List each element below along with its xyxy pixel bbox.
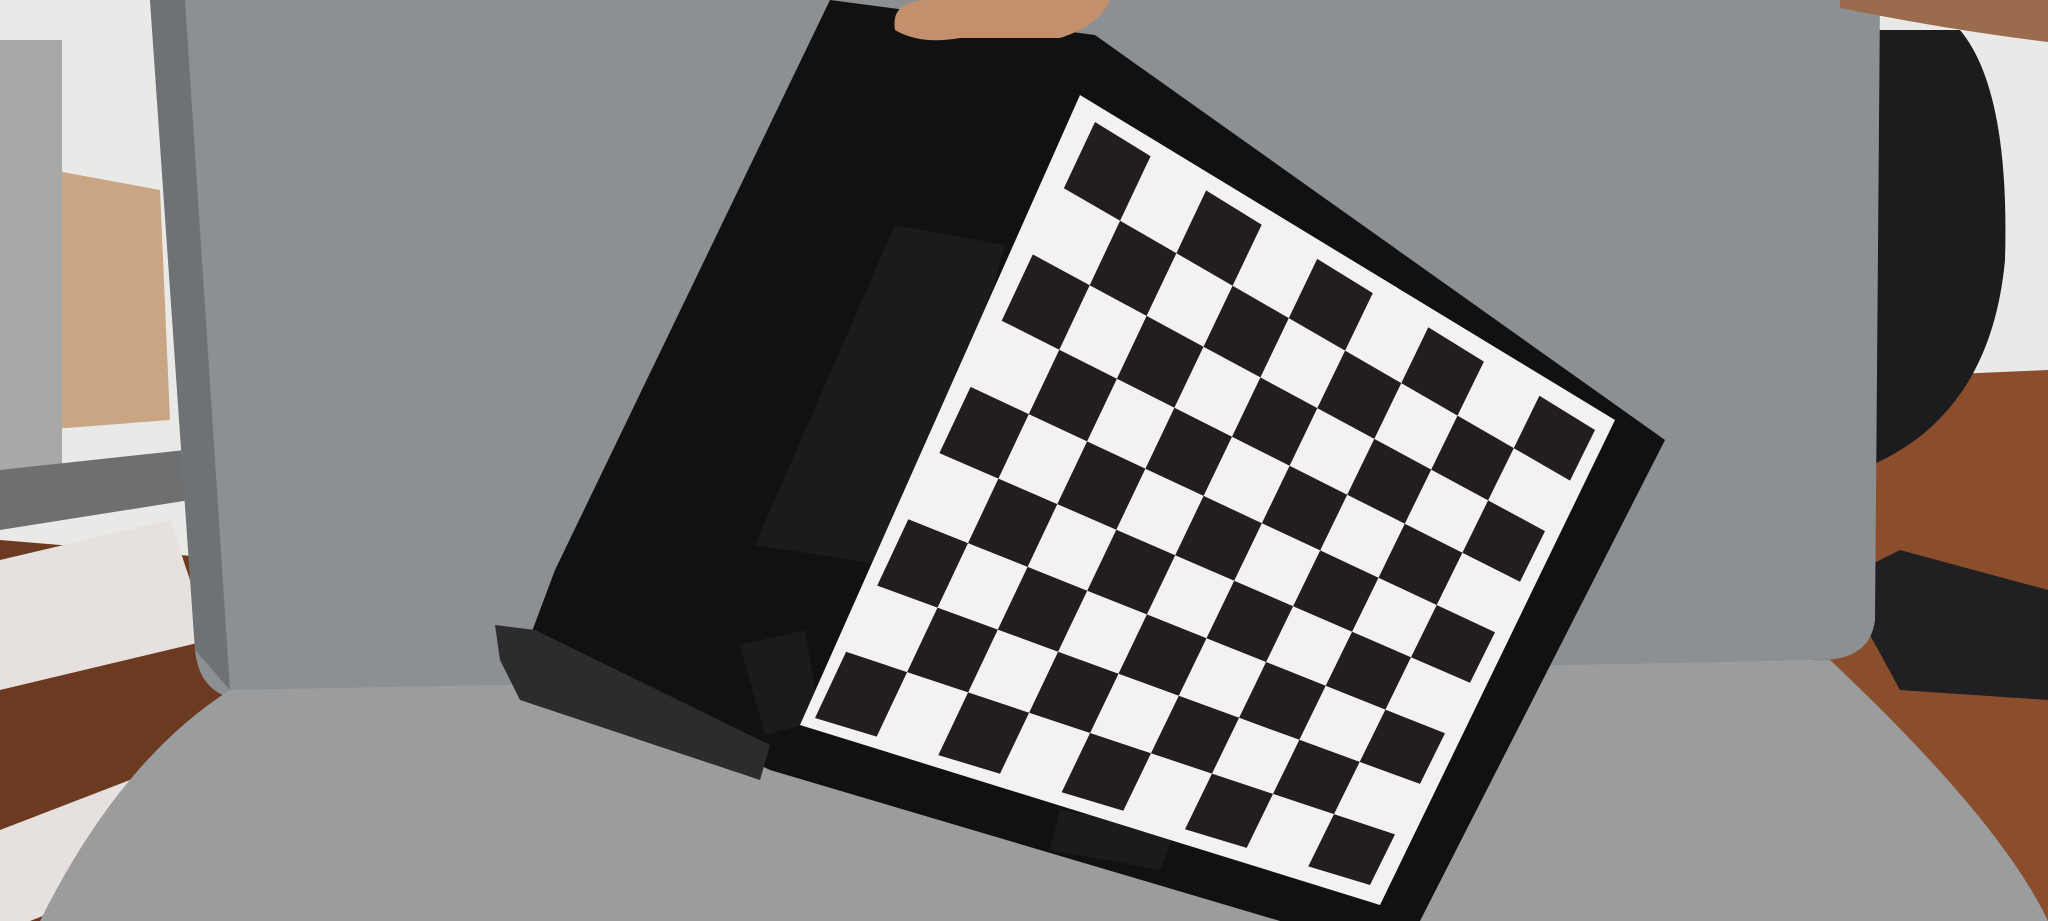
photo-scene [0,0,2048,921]
stand-pole [0,40,62,480]
photo-canvas [0,0,2048,921]
